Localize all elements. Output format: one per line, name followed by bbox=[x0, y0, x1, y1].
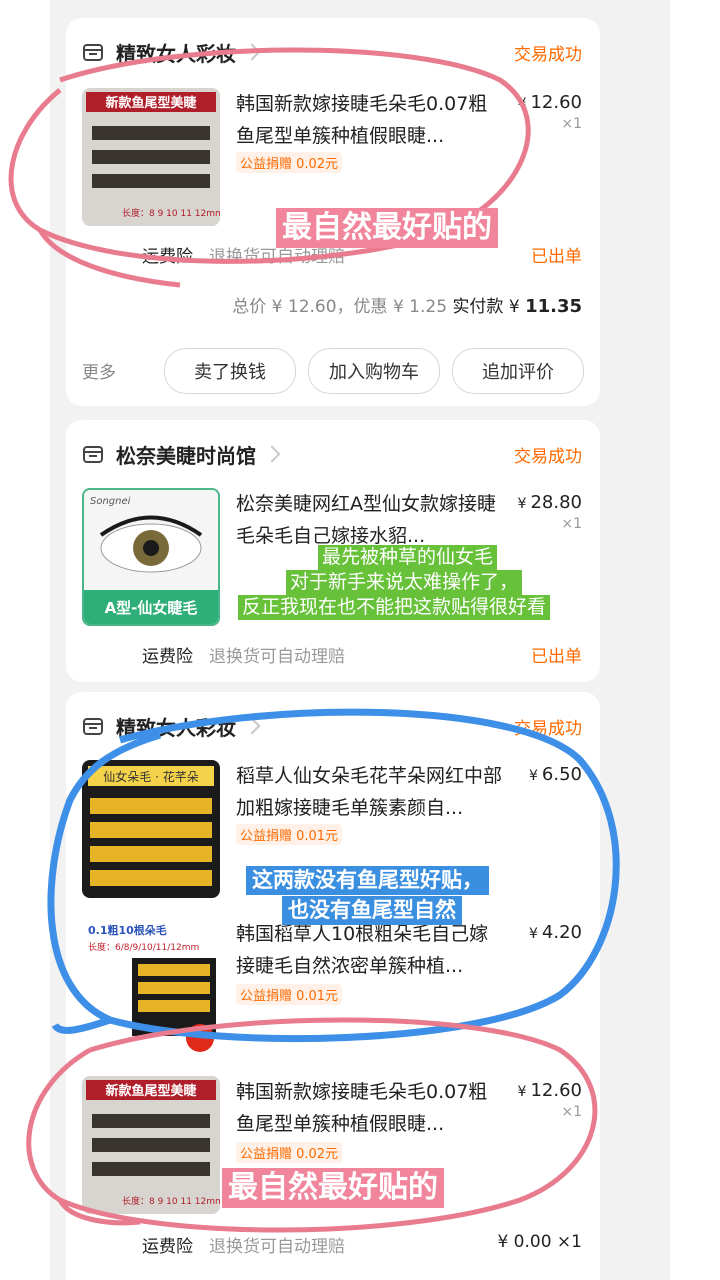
insurance-label: 运费险 bbox=[142, 247, 193, 267]
product-thumbnail[interactable]: 0.1粗10根朵毛 长度：6/8/9/10/11/12mm bbox=[82, 918, 220, 1056]
discount-amount: 1.25 bbox=[409, 297, 448, 317]
annotation-text: 最自然最好贴的 bbox=[222, 1168, 444, 1208]
price-value: 12.60 bbox=[530, 1080, 582, 1101]
thumb-length: 长度：6/8/9/10/11/12mm bbox=[88, 941, 199, 953]
store-header[interactable]: 精致女人彩妆 bbox=[82, 710, 261, 742]
store-header[interactable]: 松奈美睫时尚馆 bbox=[82, 438, 281, 470]
insurance-label: 运费险 bbox=[142, 647, 193, 667]
insurance-label: 运费险 bbox=[142, 1237, 193, 1257]
thumb-length: 长度：8 9 10 11 12mm bbox=[122, 207, 220, 219]
price-value: 4.20 bbox=[541, 922, 582, 943]
charity-tag: 公益捐赠 0.01元 bbox=[236, 824, 343, 845]
store-icon bbox=[83, 718, 103, 735]
product-title[interactable]: 韩国新款嫁接睫毛朵毛0.07粗鱼尾型单簇种植假眼睫... bbox=[236, 88, 506, 152]
annotation-text: 也没有鱼尾型自然 bbox=[282, 896, 462, 925]
product-title[interactable]: 稻草人仙女朵毛花芊朵网红中部加粗嫁接睫毛单簇素颜自... bbox=[236, 760, 506, 824]
insurance-text: 退换货可自动理赔 bbox=[209, 647, 345, 667]
total-label: 总价 bbox=[232, 297, 267, 317]
thumb-length: 长度：8 9 10 11 12mm bbox=[122, 1195, 220, 1207]
product-thumbnail[interactable]: 新款鱼尾型美睫 长度：8 9 10 11 12mm bbox=[82, 1076, 220, 1214]
thumb-label: 仙女朵毛 · 花芊朵 bbox=[103, 769, 198, 784]
price-value: 28.80 bbox=[530, 492, 582, 513]
annotation-text: 对于新手来说太难操作了， bbox=[286, 570, 523, 595]
charity-tag: 公益捐赠 0.02元 bbox=[236, 152, 343, 173]
thumb-brand: Songnei bbox=[90, 496, 131, 507]
sell-button[interactable]: 卖了换钱 bbox=[164, 348, 296, 394]
thumb-label: 新款鱼尾型美睫 bbox=[105, 1083, 196, 1099]
product-price: ¥12.60 bbox=[517, 1080, 582, 1101]
store-name[interactable]: 精致女人彩妆 bbox=[116, 38, 236, 67]
order-status: 交易成功 bbox=[514, 719, 582, 739]
annotation-text: 这两款没有鱼尾型好贴， bbox=[246, 866, 489, 895]
shipped-status: 已出单 bbox=[531, 247, 582, 267]
product-thumbnail[interactable]: 新款鱼尾型美睫 长度：8 9 10 11 12mm bbox=[82, 88, 220, 226]
product-thumbnail[interactable]: Songnei A型-仙女睫毛 bbox=[82, 488, 220, 626]
product-title[interactable]: 韩国稻草人10根粗朵毛自己嫁接睫毛自然浓密单簇种植... bbox=[236, 918, 506, 982]
product-thumbnail[interactable]: 仙女朵毛 · 花芊朵 bbox=[82, 760, 220, 898]
thumb-label: A型-仙女睫毛 bbox=[105, 599, 198, 617]
store-name[interactable]: 松奈美睫时尚馆 bbox=[116, 440, 256, 469]
charity-tag: 公益捐赠 0.02元 bbox=[236, 1142, 343, 1163]
annotation-text: 最自然最好贴的 bbox=[276, 208, 498, 248]
product-title[interactable]: 韩国新款嫁接睫毛朵毛0.07粗鱼尾型单簇种植假眼睫... bbox=[236, 1076, 506, 1140]
charity-tag: 公益捐赠 0.01元 bbox=[236, 984, 343, 1005]
product-price: ¥4.20 bbox=[529, 922, 582, 943]
thumb-label: 0.1粗10根朵毛 bbox=[88, 923, 167, 937]
insurance-text: 退换货可自动理赔 bbox=[209, 1237, 345, 1257]
pay-label: 实付款 bbox=[452, 297, 504, 317]
shipped-status: 已出单 bbox=[531, 647, 582, 667]
annotation-text: 反正我现在也不能把这款贴得很好看 bbox=[238, 595, 551, 620]
chevron-right-icon bbox=[243, 717, 261, 735]
add-to-cart-button[interactable]: 加入购物车 bbox=[308, 348, 440, 394]
more-button[interactable]: 更多 bbox=[82, 358, 116, 383]
discount-label: 优惠 bbox=[353, 297, 388, 317]
add-review-button[interactable]: 追加评价 bbox=[452, 348, 584, 394]
price-value: 6.50 bbox=[541, 764, 582, 785]
insurance-row: 运费险 退换货可自动理赔 bbox=[142, 1232, 345, 1257]
store-icon bbox=[83, 44, 103, 61]
order-status: 交易成功 bbox=[514, 45, 582, 65]
product-price: ¥6.50 bbox=[529, 764, 582, 785]
product-price: ¥28.80 bbox=[517, 492, 582, 513]
product-title[interactable]: 松奈美睫网红A型仙女款嫁接睫毛朵毛自己嫁接水貂... bbox=[236, 488, 506, 552]
order-status: 交易成功 bbox=[514, 447, 582, 467]
thumb-label: 新款鱼尾型美睫 bbox=[105, 95, 196, 111]
insurance-row: 运费险 退换货可自动理赔 bbox=[142, 642, 345, 667]
product-qty: ×1 bbox=[561, 516, 582, 532]
price-value: 12.60 bbox=[530, 92, 582, 113]
product-qty: ×1 bbox=[561, 116, 582, 132]
store-header[interactable]: 精致女人彩妆 bbox=[82, 36, 261, 68]
total-row: 总价 ¥ 12.60，优惠 ¥ 1.25 实付款 ¥ 11.35 bbox=[232, 296, 582, 317]
chevron-right-icon bbox=[263, 445, 281, 463]
chevron-right-icon bbox=[243, 43, 261, 61]
total-amount: 12.60 bbox=[287, 297, 337, 317]
product-price: ¥12.60 bbox=[517, 92, 582, 113]
store-icon bbox=[83, 446, 103, 463]
store-name[interactable]: 精致女人彩妆 bbox=[116, 712, 236, 741]
annotation-text: 最先被种草的仙女毛 bbox=[318, 545, 498, 570]
pay-amount: 11.35 bbox=[525, 296, 582, 317]
bottom-price: ¥ 0.00 ×1 bbox=[497, 1232, 582, 1252]
product-qty: ×1 bbox=[561, 1104, 582, 1120]
